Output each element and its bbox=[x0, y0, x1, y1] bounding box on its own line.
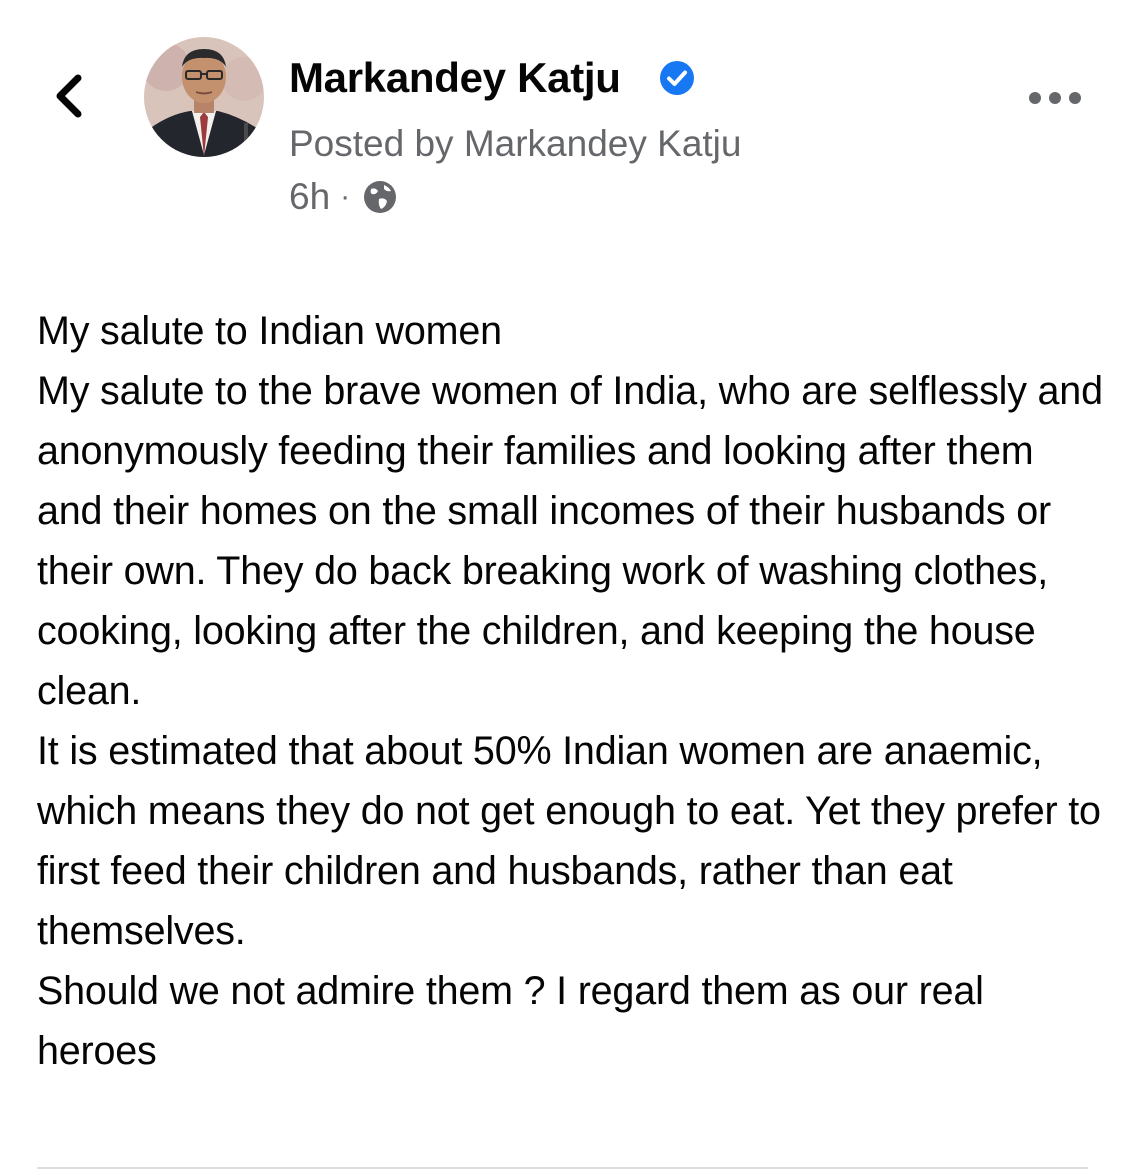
post-meta: 6h · bbox=[289, 174, 398, 220]
meta-separator: · bbox=[340, 180, 351, 213]
author-avatar[interactable] bbox=[144, 37, 264, 157]
post-paragraph: It is estimated that about 50% Indian wo… bbox=[37, 729, 1101, 953]
post-body: My salute to Indian women My salute to t… bbox=[37, 301, 1107, 1081]
post-paragraph: Should we not admire them ? I regard the… bbox=[37, 969, 984, 1073]
posted-by-label[interactable]: Posted by Markandey Katju bbox=[289, 121, 741, 167]
post-divider bbox=[37, 1167, 1088, 1169]
post-paragraph: My salute to the brave women of India, w… bbox=[37, 369, 1103, 713]
post-paragraph: My salute to Indian women bbox=[37, 309, 502, 353]
author-portrait-image bbox=[144, 37, 264, 157]
chevron-left-icon bbox=[56, 74, 82, 118]
post-timestamp[interactable]: 6h bbox=[289, 176, 330, 218]
verified-badge-icon bbox=[660, 61, 694, 95]
globe-icon[interactable] bbox=[362, 179, 398, 215]
back-button[interactable] bbox=[46, 66, 94, 126]
author-name[interactable]: Markandey Katju bbox=[289, 52, 621, 104]
more-options-button[interactable] bbox=[1020, 78, 1090, 118]
more-horizontal-icon bbox=[1029, 92, 1081, 104]
